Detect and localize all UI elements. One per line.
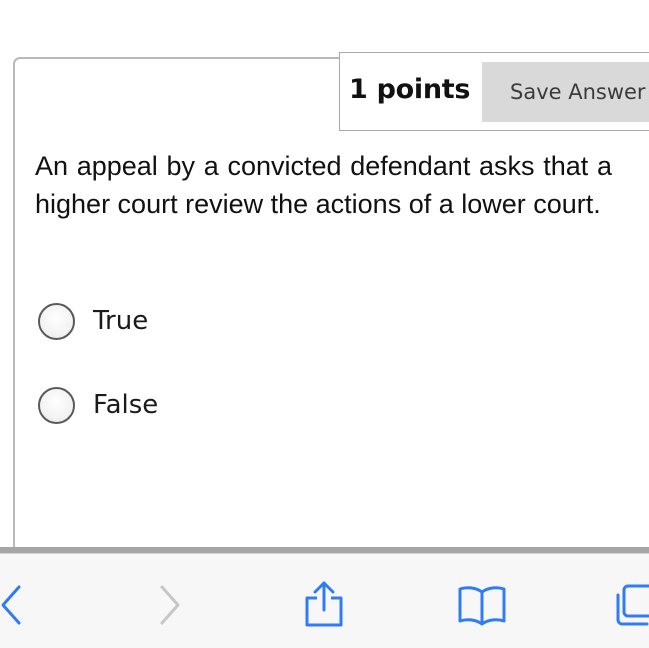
browser-toolbar — [0, 553, 649, 648]
option-false-label: False — [93, 390, 159, 420]
forward-icon[interactable] — [158, 584, 182, 626]
false-radio[interactable] — [38, 386, 75, 424]
option-true[interactable]: True — [38, 300, 238, 342]
partial-text-fragment — [316, 0, 328, 4]
share-icon[interactable] — [302, 580, 346, 628]
option-false[interactable]: False — [38, 384, 238, 426]
tabs-icon[interactable] — [614, 583, 649, 627]
save-answer-button[interactable]: Save Answer — [482, 62, 649, 122]
question-text: An appeal by a convicted defendant asks … — [35, 151, 612, 219]
option-true-label: True — [93, 306, 149, 336]
back-icon[interactable] — [0, 584, 24, 626]
bookmarks-icon[interactable] — [457, 584, 507, 626]
true-radio[interactable] — [38, 302, 75, 340]
points-label: 1 points — [349, 74, 471, 105]
